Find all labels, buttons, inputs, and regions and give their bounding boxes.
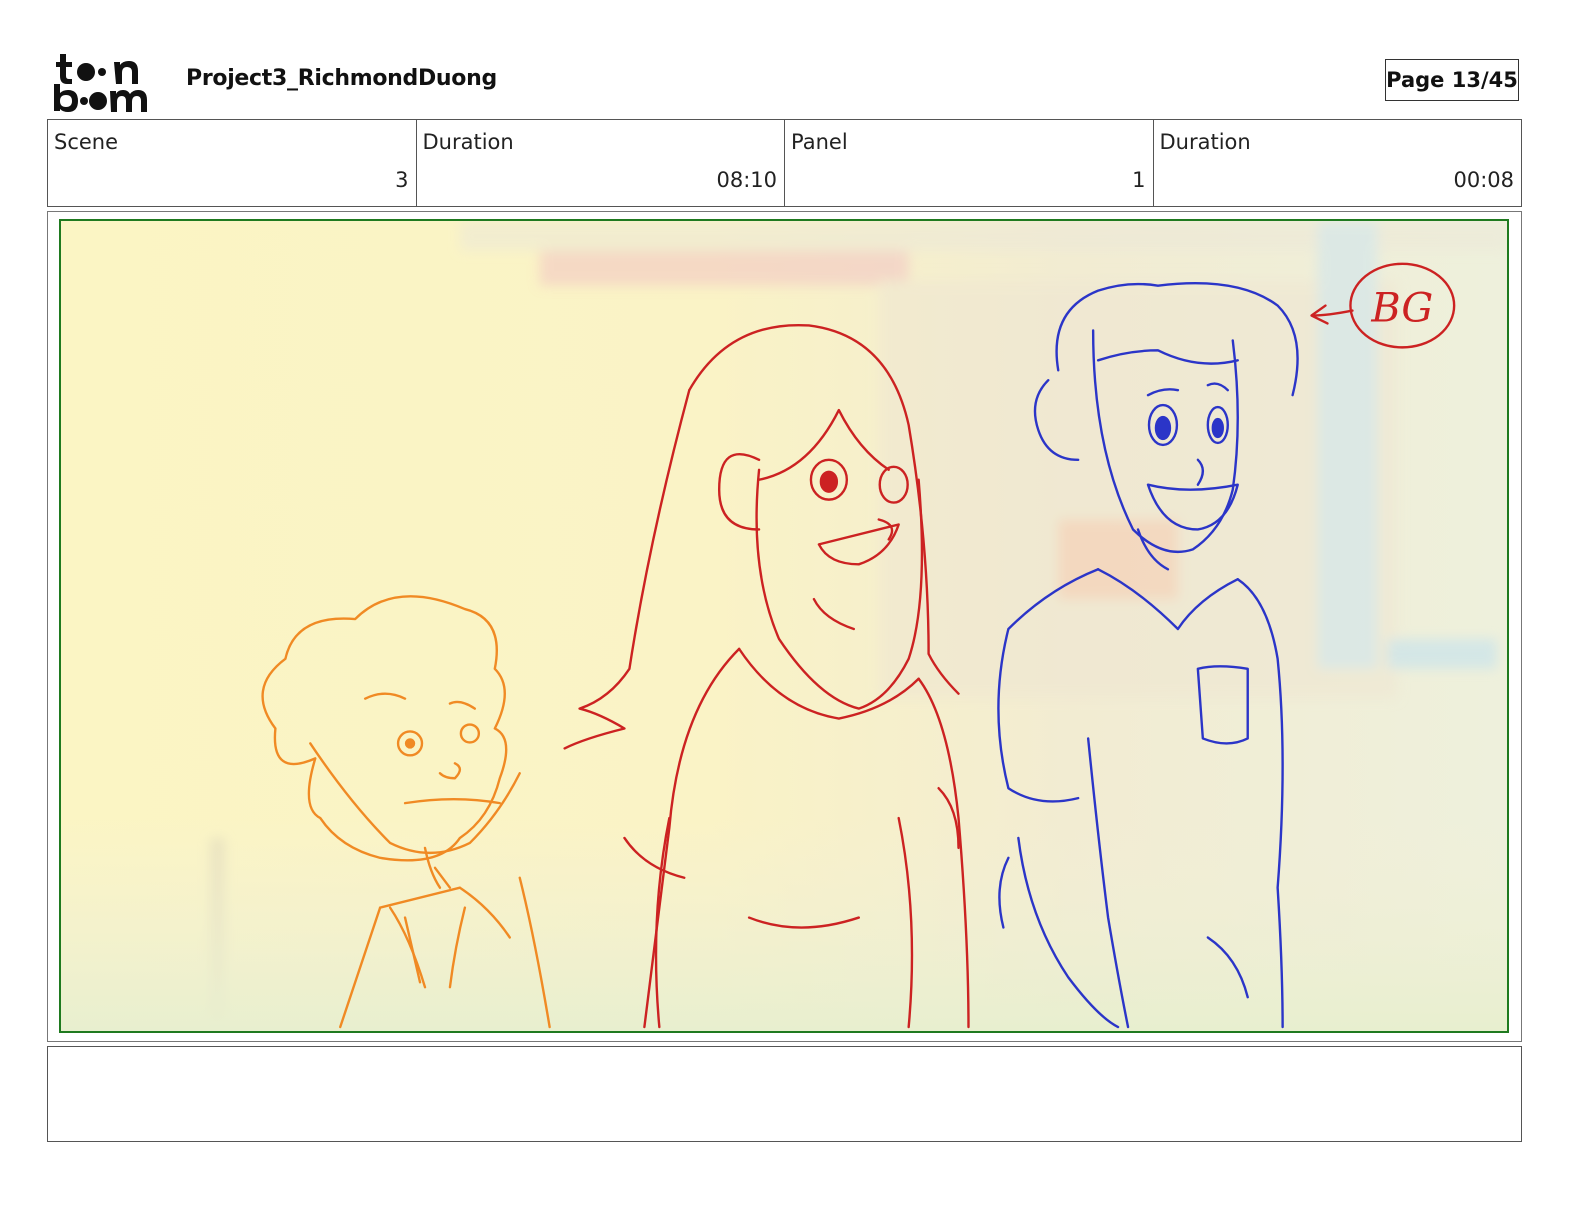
panel-duration-label: Duration: [1159, 130, 1251, 154]
panel-notes-box[interactable]: [47, 1046, 1522, 1142]
scene-duration-label: Duration: [422, 130, 514, 154]
scene-duration-cell: Duration 08:10: [417, 120, 785, 206]
panel-cell: Panel 1: [785, 120, 1154, 206]
scene-value: 3: [395, 168, 409, 192]
scene-duration-value: 08:10: [716, 168, 777, 192]
panel-duration-cell: Duration 00:08: [1154, 120, 1522, 206]
page-indicator: Page 13/45: [1385, 59, 1519, 101]
bg-annotation-text: BG: [1370, 286, 1433, 332]
storyboard-panel-image: BG: [59, 219, 1509, 1033]
scene-info-table: Scene 3 Duration 08:10 Panel 1 Duration …: [47, 119, 1522, 207]
scene-label: Scene: [54, 130, 119, 154]
panel-label: Panel: [791, 130, 848, 154]
panel-duration-value: 00:08: [1453, 168, 1514, 192]
panel-value: 1: [1132, 168, 1146, 192]
scene-cell: Scene 3: [48, 120, 417, 206]
project-title: Project3_RichmondDuong: [186, 66, 497, 91]
toon-boom-logo: [52, 50, 164, 112]
panel-sketch-drawing: BG: [61, 221, 1507, 1031]
